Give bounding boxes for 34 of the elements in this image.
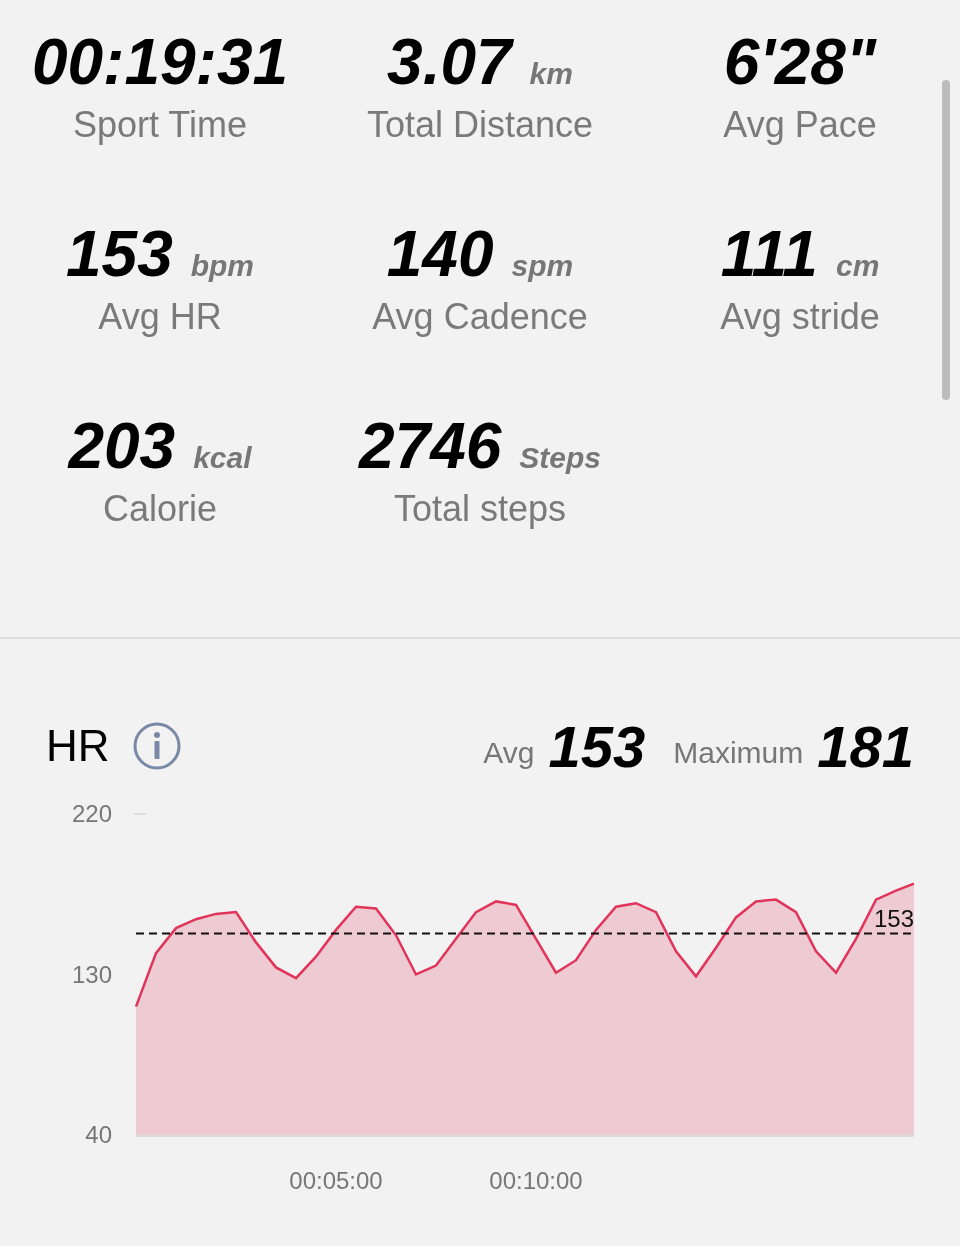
y-tick-label: 130 <box>71 960 112 988</box>
stat-unit: spm <box>511 249 574 283</box>
stat-unit: km <box>529 57 573 91</box>
max-value: 181 <box>817 712 914 780</box>
stat-label: Avg stride <box>720 296 880 338</box>
y-tick-label: 40 <box>85 1121 112 1148</box>
y-tick-label: 220 <box>71 800 112 827</box>
info-icon[interactable] <box>131 721 182 771</box>
stat-unit: bpm <box>190 249 255 283</box>
stat-label: Total steps <box>393 488 567 530</box>
stat-label: Avg Cadence <box>372 296 588 338</box>
stat-label: Total Distance <box>366 104 594 146</box>
stat-label: Avg HR <box>98 296 222 338</box>
avg-value: 153 <box>548 712 646 780</box>
stat-label: Sport Time <box>72 104 248 146</box>
x-tick-label: 00:05:00 <box>289 1167 383 1194</box>
stat-unit: cm <box>835 249 880 283</box>
stat-value: 111 <box>720 217 818 292</box>
stat-label: Avg Pace <box>723 104 877 146</box>
stat-value: 153 <box>65 217 173 292</box>
stat-value: 2746 <box>358 409 502 484</box>
stat-value: 6'28" <box>723 25 877 100</box>
x-tick-label: 00:10:00 <box>489 1167 583 1194</box>
average-label: 153 <box>873 905 914 933</box>
max-label: Maximum <box>673 735 804 770</box>
stat-value: 00:19:31 <box>31 25 289 100</box>
stat-label: Calorie <box>102 488 217 530</box>
stat-unit: Steps <box>519 441 602 475</box>
stat-value: 203 <box>68 409 176 484</box>
avg-label: Avg <box>483 735 535 770</box>
stat-unit: kcal <box>193 441 252 475</box>
section-title: HR <box>46 721 110 771</box>
stat-value: 140 <box>386 217 494 292</box>
stat-value: 3.07 <box>387 25 512 100</box>
